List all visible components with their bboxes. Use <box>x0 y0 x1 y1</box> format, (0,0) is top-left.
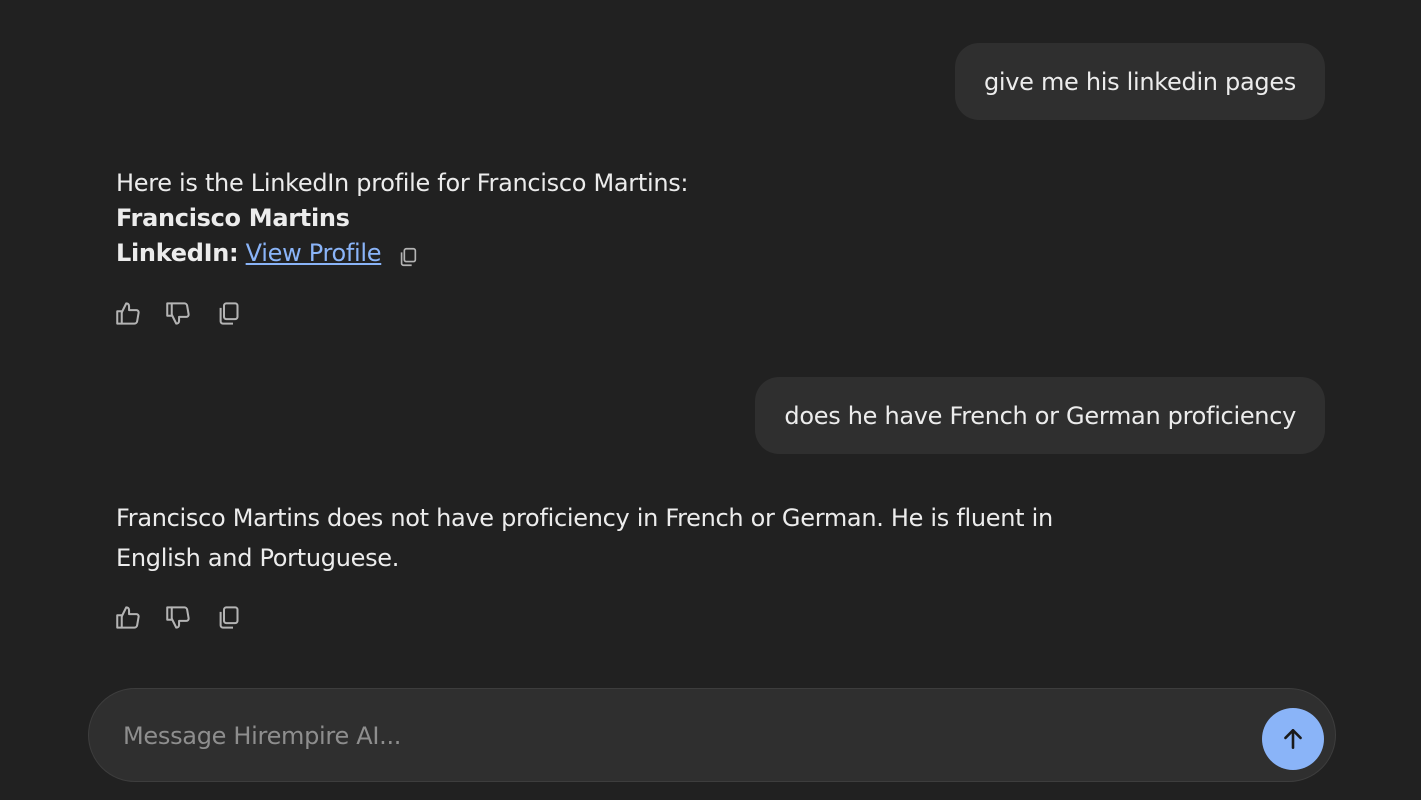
linkedin-label: LinkedIn: <box>116 239 239 267</box>
copy-link-icon[interactable] <box>397 243 419 267</box>
view-profile-link[interactable]: View Profile <box>246 239 382 267</box>
thumbs-up-icon[interactable] <box>114 299 142 327</box>
message-actions <box>114 603 242 631</box>
message-actions <box>114 299 242 327</box>
arrow-up-icon <box>1284 729 1302 749</box>
candidate-name: Francisco Martins <box>116 204 350 232</box>
user-message-text: give me his linkedin pages <box>983 67 1296 96</box>
message-input[interactable] <box>123 689 1243 783</box>
user-message-text: does he have French or German proficienc… <box>784 401 1296 430</box>
copy-icon[interactable] <box>214 299 242 327</box>
assistant-response-text: Francisco Martins does not have proficie… <box>116 504 1053 572</box>
copy-icon[interactable] <box>214 603 242 631</box>
chat-window: give me his linkedin pages Here is the L… <box>0 0 1421 800</box>
send-button[interactable] <box>1262 708 1324 770</box>
user-message: does he have French or German proficienc… <box>755 377 1325 454</box>
assistant-message: Here is the LinkedIn profile for Francis… <box>116 166 689 271</box>
thumbs-down-icon[interactable] <box>164 603 192 631</box>
assistant-message: Francisco Martins does not have proficie… <box>116 498 1126 578</box>
thumbs-down-icon[interactable] <box>164 299 192 327</box>
message-composer <box>88 688 1336 783</box>
user-message: give me his linkedin pages <box>954 43 1325 120</box>
assistant-intro-text: Here is the LinkedIn profile for Francis… <box>116 169 689 197</box>
thumbs-up-icon[interactable] <box>114 603 142 631</box>
